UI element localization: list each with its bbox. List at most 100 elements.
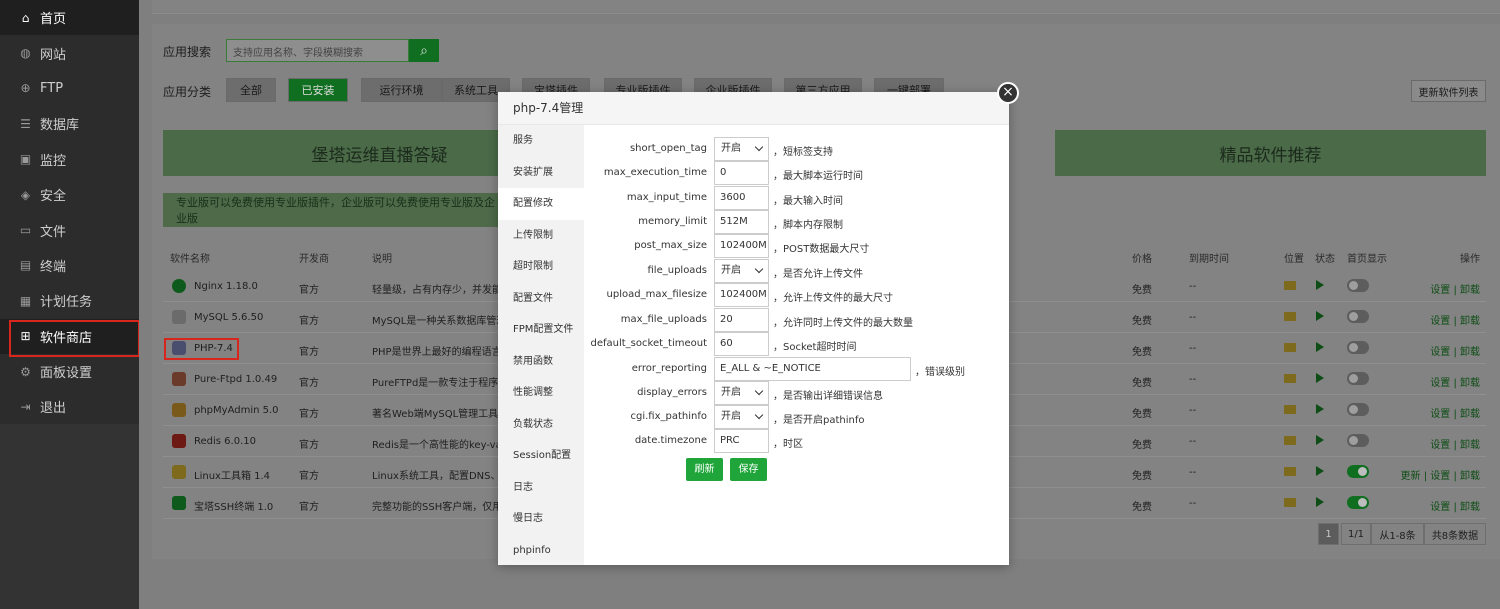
- operation-links[interactable]: 设置 | 卸载: [1430, 498, 1480, 513]
- operation-links[interactable]: 更新 | 设置 | 卸载: [1401, 467, 1480, 482]
- folder-icon[interactable]: [1284, 312, 1296, 321]
- upload-max-filesize-input[interactable]: 102400M: [714, 283, 769, 307]
- folder-icon[interactable]: [1284, 343, 1296, 352]
- home-display-toggle[interactable]: [1347, 372, 1369, 385]
- nginx-icon: [172, 279, 186, 293]
- folder-icon[interactable]: [1284, 498, 1296, 507]
- developer: 官方: [299, 440, 319, 451]
- save-button[interactable]: 保存: [730, 458, 767, 481]
- play-icon[interactable]: [1316, 497, 1324, 507]
- field-max-input-time: max_input_time 3600 ，最大输入时间: [584, 186, 1009, 210]
- sidebar-item-logout[interactable]: ⇥ 退出: [0, 389, 139, 424]
- sidebar-item-panel-settings[interactable]: ⚙ 面板设置: [0, 354, 139, 389]
- play-icon[interactable]: [1316, 311, 1324, 321]
- sidebar-item-home[interactable]: ⌂ 首页: [0, 0, 139, 36]
- expire: --: [1189, 498, 1197, 509]
- operation-links[interactable]: 设置 | 卸载: [1430, 436, 1480, 451]
- sidebar-item-ftp[interactable]: ⊕ FTP: [0, 71, 139, 106]
- menu-upload-limit[interactable]: 上传限制: [498, 220, 584, 252]
- play-icon[interactable]: [1316, 435, 1324, 445]
- max-file-uploads-input[interactable]: 20: [714, 308, 769, 332]
- field-max-execution-time: max_execution_time 0 ，最大脚本运行时间: [584, 161, 1009, 185]
- field-label: post_max_size: [634, 240, 707, 251]
- display-errors-select[interactable]: 开启: [714, 381, 769, 405]
- sidebar-item-monitor[interactable]: ▣ 监控: [0, 142, 139, 177]
- home-display-toggle[interactable]: [1347, 310, 1369, 323]
- file-uploads-select[interactable]: 开启: [714, 259, 769, 283]
- globe-icon: ◍: [20, 46, 31, 61]
- menu-install-extension[interactable]: 安装扩展: [498, 157, 584, 189]
- sidebar-item-cron[interactable]: ▦ 计划任务: [0, 283, 139, 318]
- play-icon[interactable]: [1316, 404, 1324, 414]
- menu-fpm-config[interactable]: FPM配置文件: [498, 314, 584, 346]
- play-icon[interactable]: [1316, 466, 1324, 476]
- post-max-size-input[interactable]: 102400M: [714, 234, 769, 258]
- play-icon[interactable]: [1316, 342, 1324, 352]
- close-icon[interactable]: ×: [997, 82, 1019, 104]
- php-manage-dialog: php-7.4管理 服务 安装扩展 配置修改 上传限制 超时限制 配置文件 FP…: [498, 92, 1009, 565]
- recommended-software-banner[interactable]: 精品软件推荐: [1055, 130, 1486, 176]
- folder-icon[interactable]: [1284, 281, 1296, 290]
- home-display-toggle[interactable]: [1347, 496, 1369, 509]
- folder-icon[interactable]: [1284, 436, 1296, 445]
- menu-log[interactable]: 日志: [498, 472, 584, 504]
- menu-slow-log[interactable]: 慢日志: [498, 503, 584, 535]
- category-installed[interactable]: 已安装: [288, 78, 348, 102]
- sidebar-item-label: 文件: [40, 224, 67, 240]
- error-reporting-input[interactable]: E_ALL & ~E_NOTICE: [714, 357, 911, 381]
- sidebar-item-security[interactable]: ◈ 安全: [0, 177, 139, 212]
- sidebar-item-website[interactable]: ◍ 网站: [0, 35, 139, 70]
- operation-links[interactable]: 设置 | 卸载: [1430, 312, 1480, 327]
- cgi-fix-pathinfo-select[interactable]: 开启: [714, 405, 769, 429]
- folder-icon[interactable]: [1284, 374, 1296, 383]
- menu-phpinfo[interactable]: phpinfo: [498, 535, 584, 567]
- sidebar-item-terminal[interactable]: ▤ 终端: [0, 248, 139, 283]
- menu-service[interactable]: 服务: [498, 125, 584, 157]
- field-label: display_errors: [637, 387, 707, 398]
- memory-limit-input[interactable]: 512M: [714, 210, 769, 234]
- folder-icon[interactable]: [1284, 467, 1296, 476]
- operation-links[interactable]: 设置 | 卸载: [1430, 343, 1480, 358]
- operation-links[interactable]: 设置 | 卸载: [1430, 374, 1480, 389]
- sidebar-item-label: 数据库: [40, 118, 80, 134]
- play-icon[interactable]: [1316, 280, 1324, 290]
- home-display-toggle[interactable]: [1347, 279, 1369, 292]
- default-socket-timeout-input[interactable]: 60: [714, 332, 769, 356]
- date-timezone-input[interactable]: PRC: [714, 429, 769, 453]
- menu-config-file[interactable]: 配置文件: [498, 283, 584, 315]
- search-button[interactable]: ⌕: [409, 39, 439, 62]
- field-label: error_reporting: [631, 363, 707, 374]
- field-label: date.timezone: [634, 435, 707, 446]
- software-name: Pure-Ftpd 1.0.49: [194, 374, 278, 385]
- search-input[interactable]: 支持应用名称、字段模糊搜索: [226, 39, 409, 62]
- home-display-toggle[interactable]: [1347, 403, 1369, 416]
- refresh-button[interactable]: 刷新: [686, 458, 723, 481]
- max-input-time-input[interactable]: 3600: [714, 186, 769, 210]
- short-open-tag-select[interactable]: 开启: [714, 137, 769, 161]
- sidebar-item-database[interactable]: ☰ 数据库: [0, 106, 139, 141]
- folder-icon[interactable]: [1284, 405, 1296, 414]
- expire: --: [1189, 312, 1197, 323]
- home-display-toggle[interactable]: [1347, 465, 1369, 478]
- sidebar-item-files[interactable]: ▭ 文件: [0, 212, 139, 247]
- operation-links[interactable]: 设置 | 卸载: [1430, 281, 1480, 296]
- sidebar-item-app-store[interactable]: ⊞ 软件商店: [0, 318, 140, 357]
- dialog-title: php-7.4管理: [498, 92, 1009, 125]
- update-software-list-button[interactable]: 更新软件列表: [1411, 80, 1486, 102]
- menu-performance[interactable]: 性能调整: [498, 377, 584, 409]
- menu-config-modify[interactable]: 配置修改: [498, 188, 584, 220]
- category-runtime[interactable]: 运行环境: [361, 78, 442, 102]
- menu-timeout-limit[interactable]: 超时限制: [498, 251, 584, 283]
- menu-disabled-functions[interactable]: 禁用函数: [498, 346, 584, 378]
- description: Linux系统工具，配置DNS、S: [372, 471, 507, 482]
- menu-load-status[interactable]: 负载状态: [498, 409, 584, 441]
- pager-current[interactable]: 1: [1318, 523, 1339, 545]
- max-execution-time-input[interactable]: 0: [714, 161, 769, 185]
- home-display-toggle[interactable]: [1347, 341, 1369, 354]
- field-label: cgi.fix_pathinfo: [630, 411, 707, 422]
- home-display-toggle[interactable]: [1347, 434, 1369, 447]
- menu-session-config[interactable]: Session配置: [498, 440, 584, 472]
- operation-links[interactable]: 设置 | 卸载: [1430, 405, 1480, 420]
- category-all[interactable]: 全部: [226, 78, 276, 102]
- play-icon[interactable]: [1316, 373, 1324, 383]
